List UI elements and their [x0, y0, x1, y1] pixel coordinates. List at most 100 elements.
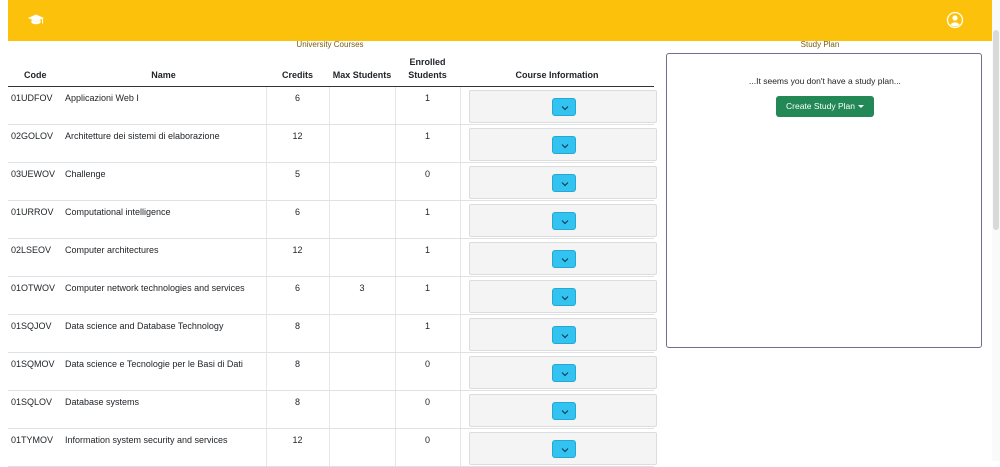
chevron-down-icon	[561, 447, 568, 452]
course-information-cell	[459, 86, 657, 125]
chevron-down-icon	[561, 257, 568, 262]
expand-course-info-button[interactable]	[551, 325, 576, 344]
courses-section-title: University Courses	[296, 40, 364, 49]
course-max-students	[328, 428, 395, 467]
course-max-students	[328, 86, 395, 125]
scrollbar-thumb[interactable]	[993, 30, 999, 230]
course-credits: 6	[265, 276, 329, 315]
course-info-accordion[interactable]	[468, 355, 657, 389]
table-row: 02GOLOV Architetture dei sistemi di elabo…	[8, 124, 657, 163]
graduation-cap-icon[interactable]	[27, 11, 45, 29]
course-information-cell	[459, 428, 657, 467]
course-code: 02LSEOV	[8, 238, 61, 277]
table-row: 01SQLOV Database systems 8 0	[8, 390, 657, 429]
course-enrolled-students: 0	[394, 162, 460, 201]
course-name: Computer network technologies and servic…	[61, 276, 266, 315]
course-name: Architetture dei sistemi di elaborazione	[61, 124, 266, 163]
course-info-accordion[interactable]	[468, 127, 657, 161]
table-row: 02LSEOV Computer architectures 12 1	[8, 238, 657, 277]
course-name: Data science e Tecnologie per le Basi di…	[61, 352, 266, 391]
course-max-students	[328, 124, 395, 163]
expand-course-info-button[interactable]	[551, 249, 576, 268]
course-enrolled-students: 1	[394, 314, 460, 353]
course-name: Computational intelligence	[61, 200, 266, 239]
course-credits: 8	[265, 352, 329, 391]
course-name: Data science and Database Technology	[61, 314, 266, 353]
expand-course-info-button[interactable]	[551, 401, 576, 420]
course-name: Database systems	[61, 390, 266, 429]
course-max-students	[328, 314, 395, 353]
create-study-plan-label: Create Study Plan	[786, 101, 855, 111]
course-info-accordion[interactable]	[468, 241, 657, 275]
course-enrolled-students: 0	[394, 352, 460, 391]
course-max-students: 3	[328, 276, 395, 315]
create-study-plan-button[interactable]: Create Study Plan	[776, 96, 874, 117]
expand-course-info-button[interactable]	[551, 287, 576, 306]
table-row: 01UDFOV Applicazioni Web I6 1	[8, 86, 657, 125]
course-information-cell	[459, 162, 657, 201]
course-information-cell	[459, 314, 657, 353]
course-max-students	[328, 162, 395, 201]
expand-course-info-button[interactable]	[551, 135, 576, 154]
course-information-cell	[459, 352, 657, 391]
chevron-down-icon	[561, 409, 568, 414]
course-info-accordion[interactable]	[468, 165, 657, 199]
user-circle-icon[interactable]	[946, 11, 964, 29]
course-enrolled-students: 1	[394, 86, 460, 125]
table-row: 01URROV Computational intelligence 6 1	[8, 200, 657, 239]
course-code: 01SQJOV	[8, 314, 61, 353]
course-info-accordion[interactable]	[468, 203, 657, 237]
top-navbar	[8, 0, 992, 41]
header-enrolled-students: Enrolled Students	[395, 54, 460, 87]
chevron-down-icon	[561, 371, 568, 376]
header-max-students: Max Students	[329, 54, 395, 87]
course-enrolled-students: 1	[394, 276, 460, 315]
chevron-down-icon	[561, 105, 568, 110]
course-credits: 6	[265, 200, 329, 239]
course-max-students	[328, 200, 395, 239]
course-credits: 6	[265, 86, 329, 125]
course-enrolled-students: 1	[394, 200, 460, 239]
course-enrolled-students: 1	[394, 124, 460, 163]
course-code: 01SQLOV	[8, 390, 61, 429]
course-code: 01URROV	[8, 200, 61, 239]
course-code: 01SQMOV	[8, 352, 61, 391]
no-study-plan-message: ...It seems you don't have a study plan.…	[749, 76, 901, 86]
course-info-accordion[interactable]	[468, 317, 657, 351]
chevron-down-icon	[561, 219, 568, 224]
course-information-cell	[459, 276, 657, 315]
table-row: 01SQMOV Data science e Tecnologie per le …	[8, 352, 657, 391]
course-name: Applicazioni Web I	[61, 86, 266, 125]
course-name: Challenge	[61, 162, 266, 201]
table-row: 01OTWOV Computer network technologies and…	[8, 276, 657, 315]
study-plan-section-title: Study Plan	[800, 40, 840, 49]
course-info-accordion[interactable]	[468, 279, 657, 313]
course-code: 03UEWOV	[8, 162, 61, 201]
course-name: Computer architectures	[61, 238, 266, 277]
expand-course-info-button[interactable]	[551, 363, 576, 382]
header-course-information: Course Information	[460, 54, 654, 87]
expand-course-info-button[interactable]	[551, 211, 576, 230]
course-enrolled-students: 1	[394, 238, 460, 277]
course-code: 02GOLOV	[8, 124, 61, 163]
expand-course-info-button[interactable]	[551, 97, 576, 116]
caret-down-icon	[857, 105, 864, 108]
expand-course-info-button[interactable]	[551, 439, 576, 458]
courses-table-container: Code Name Credits Max Students Enrolled …	[8, 54, 657, 467]
course-info-accordion[interactable]	[468, 431, 657, 465]
course-max-students	[328, 390, 395, 429]
course-information-cell	[459, 390, 657, 429]
chevron-down-icon	[561, 333, 568, 338]
page-scrollbar[interactable]	[992, 0, 1000, 461]
chevron-down-icon	[561, 143, 568, 148]
course-credits: 12	[265, 428, 329, 467]
course-enrolled-students: 0	[394, 390, 460, 429]
table-row: 01TYMOV Information system security and s…	[8, 428, 657, 467]
course-credits: 5	[265, 162, 329, 201]
course-info-accordion[interactable]	[468, 89, 657, 123]
courses-table: Code Name Credits Max Students Enrolled …	[8, 54, 657, 467]
course-info-accordion[interactable]	[468, 393, 657, 427]
course-credits: 8	[265, 314, 329, 353]
expand-course-info-button[interactable]	[551, 173, 576, 192]
course-max-students	[328, 352, 395, 391]
